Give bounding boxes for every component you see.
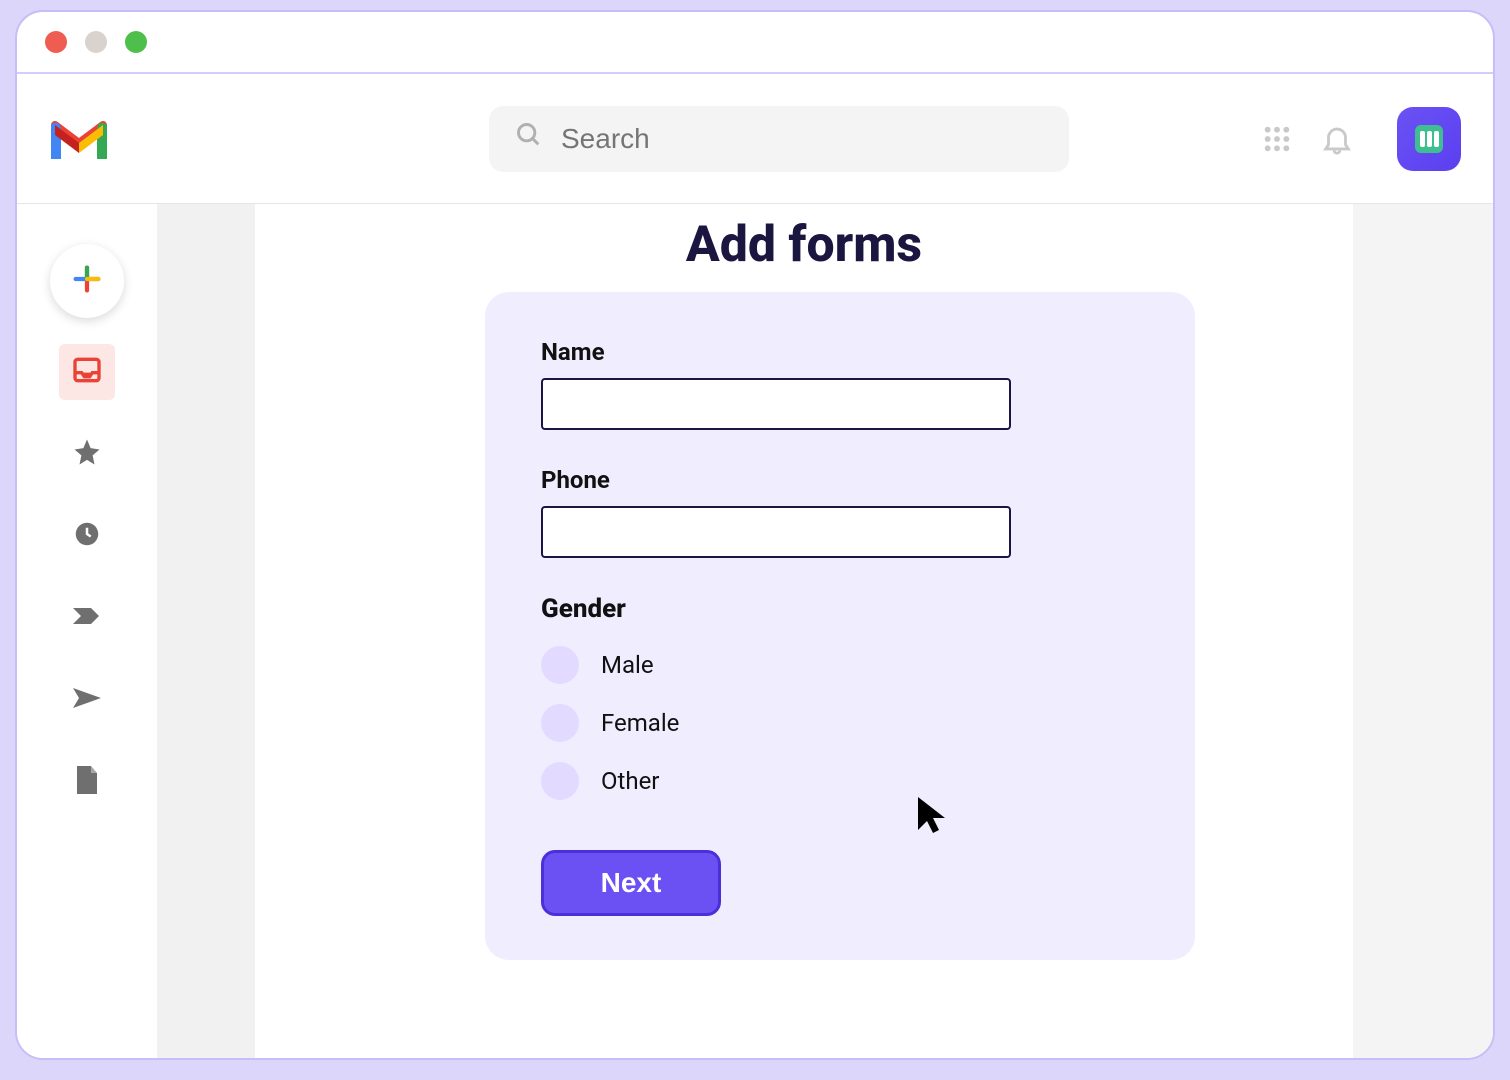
gender-option-female[interactable]: Female [541,704,1139,742]
gender-option-male[interactable]: Male [541,646,1139,684]
phone-label: Phone [541,466,1139,494]
radio-icon [541,762,579,800]
search-input[interactable] [561,123,1043,155]
sidebar-item-sent[interactable] [59,672,115,728]
gender-group: Gender Male Female Other [541,594,1139,800]
gmail-logo-icon[interactable] [49,115,109,163]
sidebar-item-important[interactable] [59,590,115,646]
app-body: Add forms Name Phone Gender Male Female [17,204,1493,1058]
next-button[interactable]: Next [541,850,721,916]
radio-icon [541,646,579,684]
form-card: Name Phone Gender Male Female [485,292,1195,960]
gender-option-label: Other [601,767,659,795]
label-important-icon [71,604,103,632]
search-box[interactable] [489,106,1069,172]
right-gutter [1353,204,1493,1058]
app-window: Add forms Name Phone Gender Male Female [15,10,1495,1060]
window-titlebar [17,12,1493,74]
main-content: Add forms Name Phone Gender Male Female [255,204,1353,1058]
window-close-icon[interactable] [45,31,67,53]
radio-icon [541,704,579,742]
inbox-icon [71,354,103,390]
compose-button[interactable] [50,244,124,318]
gender-label: Gender [541,594,1139,624]
search-icon [515,121,543,156]
file-icon [74,764,100,800]
page-title: Add forms [255,216,1353,274]
gender-option-other[interactable]: Other [541,762,1139,800]
star-icon [72,437,102,471]
plus-icon [70,262,104,300]
extension-app-icon[interactable] [1397,107,1461,171]
sidebar [17,204,157,1058]
app-header [17,74,1493,204]
left-gutter [157,204,255,1058]
apps-grid-icon[interactable] [1257,119,1297,159]
gender-option-label: Female [601,709,679,737]
clock-icon [72,519,102,553]
window-minimize-icon[interactable] [85,31,107,53]
sidebar-item-drafts[interactable] [59,754,115,810]
notifications-bell-icon[interactable] [1317,119,1357,159]
name-input[interactable] [541,378,1011,430]
send-icon [71,684,103,716]
gender-option-label: Male [601,651,654,679]
name-label: Name [541,338,1139,366]
sidebar-item-snoozed[interactable] [59,508,115,564]
window-maximize-icon[interactable] [125,31,147,53]
phone-input[interactable] [541,506,1011,558]
sidebar-item-inbox[interactable] [59,344,115,400]
sidebar-item-starred[interactable] [59,426,115,482]
